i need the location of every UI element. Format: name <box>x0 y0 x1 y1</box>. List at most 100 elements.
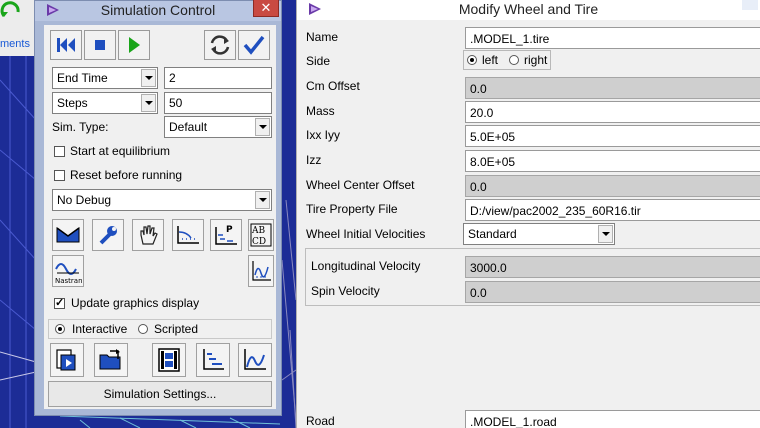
izz-input[interactable]: 8.0E+05 <box>465 150 760 172</box>
open-folder-icon <box>99 349 121 370</box>
undo-arrow-icon[interactable] <box>0 0 22 22</box>
tire-property-file-label: Tire Property File <box>306 202 398 216</box>
wheel-initial-velocities-select[interactable]: Standard <box>463 223 615 245</box>
play-icon <box>129 37 140 53</box>
interactive-label: Interactive <box>72 322 128 336</box>
axis-plot-icon <box>177 226 199 244</box>
svg-text:P: P <box>226 225 233 235</box>
side-right-label: right <box>524 53 548 67</box>
wave-plot-icon <box>252 261 271 281</box>
rewind-icon <box>57 38 75 52</box>
scripted-label: Scripted <box>154 322 199 336</box>
stop-icon <box>95 40 105 50</box>
chevron-down-icon <box>141 94 156 112</box>
wheel-center-offset-label: Wheel Center Offset <box>306 178 415 192</box>
hand-icon <box>140 225 158 245</box>
cm-offset-input[interactable]: 0.0 <box>465 77 760 99</box>
side-label: Side <box>306 54 331 68</box>
simulation-settings-button[interactable]: Simulation Settings... <box>48 381 272 407</box>
ixx-iyy-label: Ixx Iyy <box>306 128 341 142</box>
side-left-radio[interactable] <box>467 55 477 65</box>
modify-wheel-tire-dialog: Modify Wheel and Tire Name .MODEL_1.tire… <box>296 0 760 428</box>
simulation-control-panel: Simulation Control ✕ End Time 2 Steps 50… <box>34 0 282 416</box>
steps-input[interactable]: 50 <box>164 92 272 114</box>
animation-button[interactable] <box>52 219 84 251</box>
checkmark-icon <box>243 35 265 55</box>
load-script-button[interactable] <box>94 343 128 377</box>
chevron-down-icon <box>141 69 156 87</box>
spin-velocity-input[interactable]: 0.0 <box>465 281 760 303</box>
sim-close-button[interactable]: ✕ <box>253 0 279 17</box>
name-input[interactable]: .MODEL_1.tire <box>465 27 760 49</box>
cm-offset-label: Cm Offset <box>306 79 360 93</box>
chevron-down-icon <box>255 191 270 209</box>
rewind-button[interactable] <box>50 30 82 60</box>
interface-shape-icon <box>56 227 80 243</box>
izz-label: Izz <box>306 153 322 167</box>
ixx-iyy-input[interactable]: 5.0E+05 <box>465 125 760 147</box>
end-time-input[interactable]: 2 <box>164 67 272 89</box>
longitudinal-velocity-label: Longitudinal Velocity <box>311 259 421 273</box>
plot-axis-icon <box>203 349 224 370</box>
tire-property-file-input[interactable]: D:/view/pac2002_235_60R16.tir <box>465 199 760 221</box>
reset-before-running-label: Reset before running <box>70 168 183 182</box>
film-animation-button[interactable] <box>152 343 186 377</box>
window-control-button[interactable] <box>742 0 758 10</box>
sim-type-label: Sim. Type: <box>52 120 109 134</box>
p-plot-icon: P <box>215 225 237 245</box>
longitudinal-velocity-input[interactable]: 3000.0 <box>465 256 760 278</box>
debug-select[interactable]: No Debug <box>52 189 272 211</box>
svg-text:AB: AB <box>251 226 265 236</box>
film-strip-icon <box>158 348 180 372</box>
postprocessor-button[interactable] <box>238 343 272 377</box>
update-graphics-label: Update graphics display <box>71 296 200 310</box>
save-results-button[interactable] <box>50 343 84 377</box>
start-at-equilibrium-checkbox[interactable] <box>54 146 65 157</box>
spin-velocity-label: Spin Velocity <box>311 284 380 298</box>
measure-button[interactable] <box>172 219 204 251</box>
interactive-radio[interactable] <box>55 324 65 334</box>
abcd-grid-icon: AB CD <box>250 223 272 247</box>
reset-button[interactable] <box>204 30 236 60</box>
steps-mode-select[interactable]: Steps <box>52 92 158 114</box>
sim-body: End Time 2 Steps 50 Sim. Type: Default S… <box>44 25 276 409</box>
elements-tab-label[interactable]: ments <box>0 38 30 50</box>
sim-type-select[interactable]: Default <box>164 116 272 138</box>
name-label: Name <box>306 30 339 44</box>
svg-text:CD: CD <box>252 237 266 247</box>
plot-table-button[interactable] <box>196 343 230 377</box>
cycle-arrows-icon <box>210 35 230 55</box>
svg-text:Nastran: Nastran <box>55 277 82 285</box>
road-label: Road <box>306 414 335 428</box>
side-right-radio[interactable] <box>509 55 519 65</box>
line-graph-icon <box>244 349 266 370</box>
save-files-icon <box>56 349 76 371</box>
toolbar-strip: ments <box>0 0 36 56</box>
nastran-button[interactable]: Nastran <box>52 255 84 287</box>
reset-before-running-checkbox[interactable] <box>54 170 65 181</box>
wrench-icon <box>99 226 117 245</box>
abcd-button[interactable]: AB CD <box>248 219 274 251</box>
plot-p-button[interactable]: P <box>210 219 242 251</box>
scripted-radio[interactable] <box>138 324 148 334</box>
mass-input[interactable]: 20.0 <box>465 101 760 123</box>
start-at-equilibrium-label: Start at equilibrium <box>70 144 171 158</box>
stop-button[interactable] <box>84 30 116 60</box>
pan-hand-button[interactable] <box>132 219 164 251</box>
sim-title: Simulation Control <box>100 2 216 18</box>
ok-check-button[interactable] <box>238 30 270 60</box>
mwt-title: Modify Wheel and Tire <box>458 1 599 17</box>
chevron-down-icon <box>598 225 613 243</box>
side-left-label: left <box>482 53 499 67</box>
settings-wrench-button[interactable] <box>92 219 124 251</box>
play-button[interactable] <box>118 30 150 60</box>
end-time-mode-select[interactable]: End Time <box>52 67 158 89</box>
nastran-wave-icon: Nastran <box>55 263 82 285</box>
mwt-titlebar[interactable]: Modify Wheel and Tire <box>297 0 760 20</box>
sim-titlebar[interactable]: Simulation Control ✕ <box>35 0 281 21</box>
wheel-initial-velocities-label: Wheel Initial Velocities <box>306 227 426 241</box>
wave-plot-button[interactable] <box>248 255 274 287</box>
update-graphics-checkbox[interactable] <box>54 296 65 309</box>
road-input[interactable]: .MODEL_1.road <box>465 410 760 428</box>
wheel-center-offset-input[interactable]: 0.0 <box>465 175 760 197</box>
